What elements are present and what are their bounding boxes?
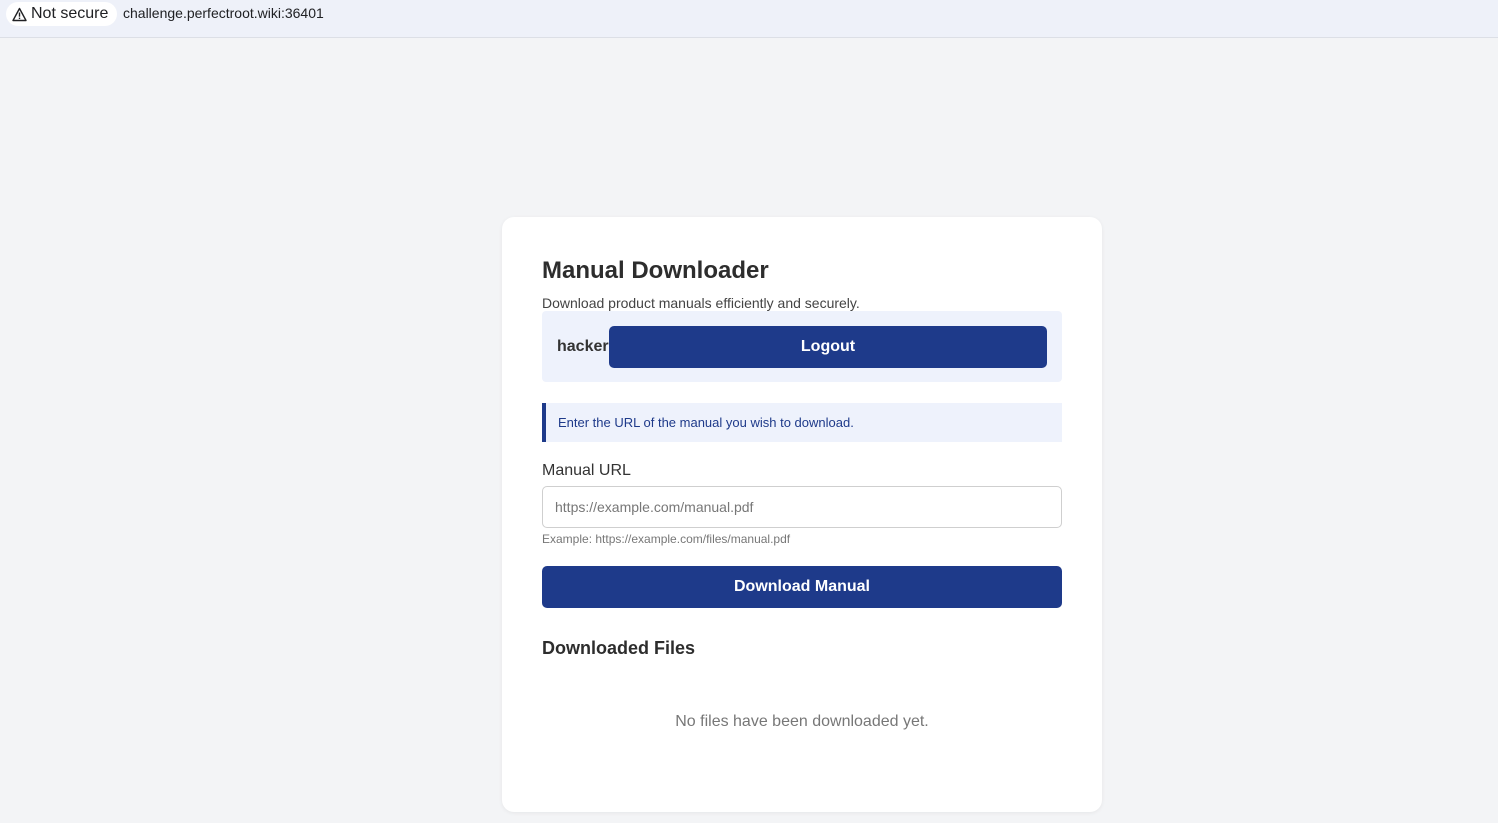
logout-button[interactable]: Logout: [609, 326, 1047, 368]
page-title: Manual Downloader: [542, 257, 769, 284]
browser-address-bar: Not secure challenge.perfectroot.wiki:36…: [0, 0, 1498, 38]
download-manual-button[interactable]: Download Manual: [542, 566, 1062, 608]
security-indicator[interactable]: Not secure: [6, 2, 118, 26]
empty-downloads-message: No files have been downloaded yet.: [675, 713, 929, 730]
manual-url-hint: Example: https://example.com/files/manua…: [542, 532, 791, 546]
address-url[interactable]: challenge.perfectroot.wiki:36401: [123, 5, 324, 21]
manual-url-label: Manual URL: [542, 462, 631, 479]
warning-triangle-icon: [12, 7, 27, 22]
username: hacker: [557, 338, 609, 355]
manual-downloader-card: Manual Downloader Download product manua…: [502, 217, 1102, 812]
page-subtitle: Download product manuals efficiently and…: [542, 295, 860, 311]
info-message: Enter the URL of the manual you wish to …: [542, 403, 1062, 442]
downloaded-files-title: Downloaded Files: [542, 638, 696, 658]
manual-url-input[interactable]: [542, 486, 1062, 528]
security-label: Not secure: [31, 5, 109, 22]
user-bar: hacker Logout: [542, 311, 1062, 382]
